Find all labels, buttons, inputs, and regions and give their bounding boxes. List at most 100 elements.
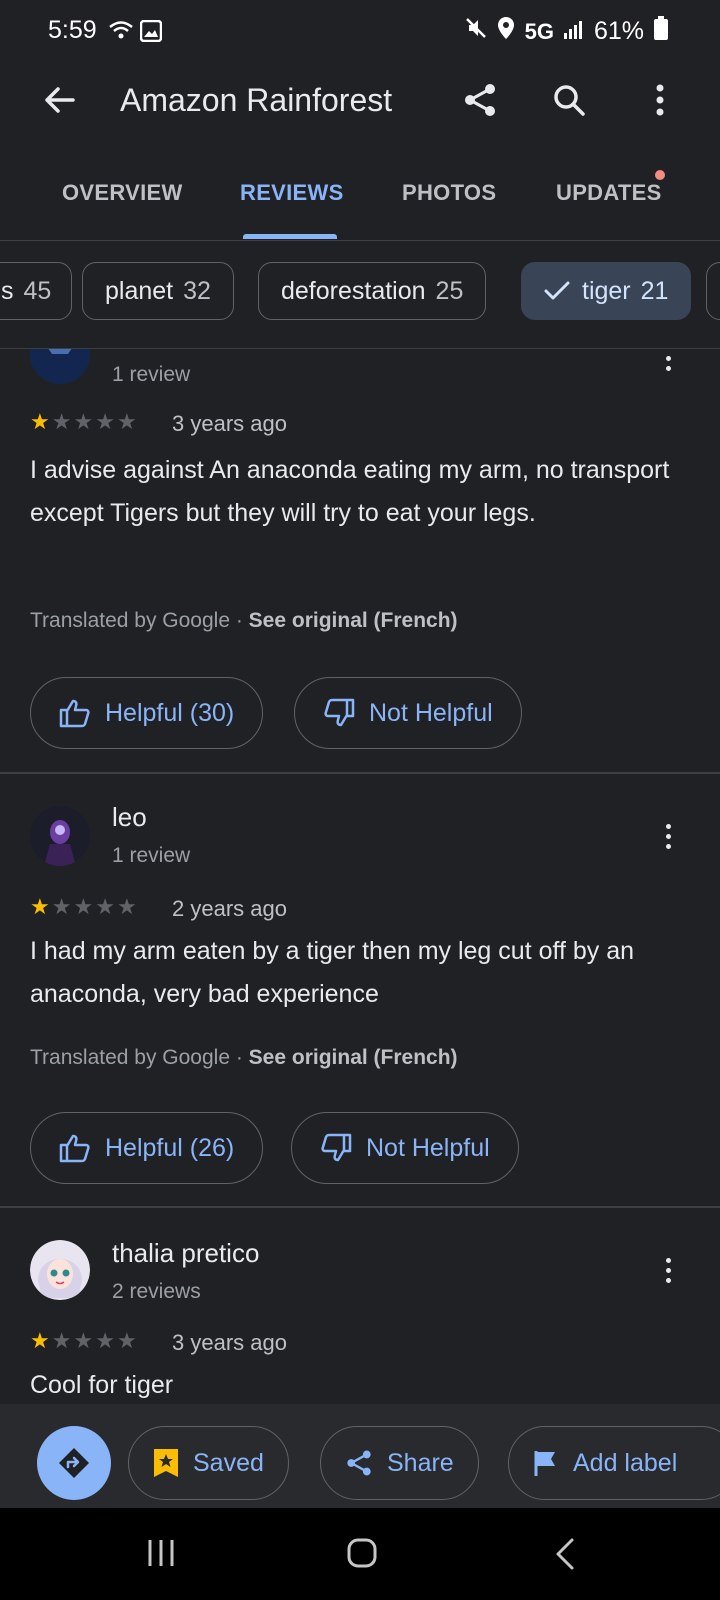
add-label-button[interactable]: Add label xyxy=(508,1426,720,1500)
system-nav-bar xyxy=(0,1508,720,1600)
star-empty-icon: ★ xyxy=(51,894,72,919)
not-helpful-button[interactable]: Not Helpful xyxy=(294,677,522,749)
chip-partial[interactable]: s 45 xyxy=(0,262,73,320)
share-icon xyxy=(347,1450,371,1476)
review-card: leo 1 review ★ ★ ★ ★ ★ 2 years ago I had my … xyxy=(0,774,720,1206)
image-notification-icon xyxy=(139,19,163,47)
status-right: 5G 61% xyxy=(465,16,668,47)
star-empty-icon: ★ xyxy=(95,409,115,434)
reviewer-subtitle: 1 review xyxy=(112,363,191,386)
thumbs-down-icon xyxy=(321,1133,352,1162)
chip-tiger[interactable]: tiger 21 xyxy=(521,262,692,320)
page-title: Amazon Rainforest xyxy=(120,82,393,118)
updates-notification-dot xyxy=(655,170,665,180)
back-nav-button[interactable] xyxy=(554,1537,576,1576)
topic-chips: s 45 planet 32 deforestation 25 tiger 21 xyxy=(0,240,720,349)
star-filled-icon: ★ xyxy=(30,894,50,919)
chip-deforestation[interactable]: deforestation 25 xyxy=(258,262,487,320)
star-empty-icon: ★ xyxy=(95,894,115,919)
star-filled-icon: ★ xyxy=(30,1328,50,1353)
star-empty-icon: ★ xyxy=(73,894,94,919)
flag-icon xyxy=(534,1451,555,1476)
bookmark-star-icon xyxy=(154,1449,178,1477)
star-empty-icon: ★ xyxy=(51,1328,72,1353)
thumbs-down-icon xyxy=(324,698,355,727)
review-time: 2 years ago xyxy=(172,896,287,921)
translation-note: Translated by Google · See original (Fre… xyxy=(30,609,458,632)
review-menu-button[interactable] xyxy=(653,349,683,383)
chip-next-partial[interactable] xyxy=(706,262,720,320)
review-card: thalia pretico 2 reviews ★ ★ ★ ★ ★ 3 years a… xyxy=(0,1208,720,1404)
star-empty-icon: ★ xyxy=(51,409,72,434)
see-original-link[interactable]: See original (French) xyxy=(249,609,458,632)
star-filled-icon: ★ xyxy=(30,409,50,434)
review-text: I advise against An anaconda eating my a… xyxy=(30,456,670,527)
check-icon xyxy=(544,281,570,300)
reviewer-name[interactable]: leo xyxy=(112,802,147,833)
signal-icon xyxy=(563,17,584,46)
star-empty-icon: ★ xyxy=(73,1328,94,1353)
see-original-link[interactable]: See original (French) xyxy=(249,1046,458,1069)
saved-button[interactable]: Saved xyxy=(128,1426,289,1500)
avatar[interactable] xyxy=(30,1240,90,1300)
mute-icon xyxy=(465,17,487,46)
helpful-button[interactable]: Helpful (26) xyxy=(30,1112,264,1184)
review-time: 3 years ago xyxy=(172,1330,287,1355)
reviewer-subtitle: 2 reviews xyxy=(112,1280,201,1303)
more-vert-icon xyxy=(656,84,664,116)
avatar[interactable] xyxy=(30,349,90,384)
overflow-menu-button[interactable] xyxy=(632,72,688,128)
review-text: I had my arm eaten by a tiger then my le… xyxy=(30,937,635,1008)
status-time: 5:59 xyxy=(48,16,97,44)
star-rating: ★ ★ ★ ★ ★ xyxy=(30,896,137,918)
back-chevron-icon xyxy=(556,1538,574,1570)
thumbs-up-icon xyxy=(59,699,90,728)
review-time: 3 years ago xyxy=(172,411,287,436)
review-menu-button[interactable] xyxy=(653,1250,683,1290)
tab-reviews[interactable]: REVIEWS xyxy=(240,180,344,206)
place-action-bar: Saved Share Add label xyxy=(0,1404,720,1508)
chip-planet[interactable]: planet 32 xyxy=(82,262,234,320)
star-empty-icon: ★ xyxy=(116,1328,137,1353)
tab-updates[interactable]: UPDATES xyxy=(556,180,662,206)
review-menu-button[interactable] xyxy=(653,816,683,856)
directions-button[interactable] xyxy=(37,1426,111,1500)
tab-overview[interactable]: OVERVIEW xyxy=(62,180,183,206)
network-type: 5G xyxy=(524,18,554,44)
directions-icon xyxy=(59,1448,89,1478)
location-icon xyxy=(497,16,515,47)
home-icon xyxy=(347,1538,377,1568)
tab-photos[interactable]: PHOTOS xyxy=(402,180,496,206)
share-icon xyxy=(465,84,495,116)
search-button[interactable] xyxy=(541,72,597,128)
back-button[interactable] xyxy=(32,72,88,128)
star-empty-icon: ★ xyxy=(116,894,137,919)
reviewer-name[interactable]: thalia pretico xyxy=(112,1238,259,1269)
review-text: Cool for tiger xyxy=(30,1371,174,1399)
star-rating: ★ ★ ★ ★ ★ xyxy=(30,1330,137,1352)
helpful-button[interactable]: Helpful (30) xyxy=(30,677,264,749)
avatar[interactable] xyxy=(30,806,90,866)
recents-button[interactable] xyxy=(146,1538,176,1573)
star-rating: ★ ★ ★ ★ ★ xyxy=(30,411,137,433)
not-helpful-button[interactable]: Not Helpful xyxy=(291,1112,519,1184)
home-button[interactable] xyxy=(346,1537,378,1574)
translation-note: Translated by Google · See original (Fre… xyxy=(30,1046,458,1069)
share-header-button[interactable] xyxy=(452,72,508,128)
back-arrow-icon xyxy=(45,87,75,113)
star-empty-icon: ★ xyxy=(116,409,137,434)
review-card: 1 review ★ ★ ★ ★ ★ 3 years ago I advise agai… xyxy=(0,349,720,772)
star-empty-icon: ★ xyxy=(73,409,94,434)
share-button[interactable]: Share xyxy=(320,1426,479,1500)
search-icon xyxy=(554,85,585,116)
star-empty-icon: ★ xyxy=(95,1328,115,1353)
battery-icon xyxy=(654,16,668,47)
recents-icon xyxy=(148,1540,174,1566)
status-bar: 5:59 5G 61% xyxy=(0,0,720,64)
wifi-icon xyxy=(108,18,134,47)
tab-bar: OVERVIEW REVIEWS PHOTOS UPDATES xyxy=(0,160,720,241)
reviewer-subtitle: 1 review xyxy=(112,844,191,867)
active-tab-indicator xyxy=(243,234,337,239)
battery-percent: 61% xyxy=(593,17,644,45)
thumbs-up-icon xyxy=(59,1134,90,1163)
